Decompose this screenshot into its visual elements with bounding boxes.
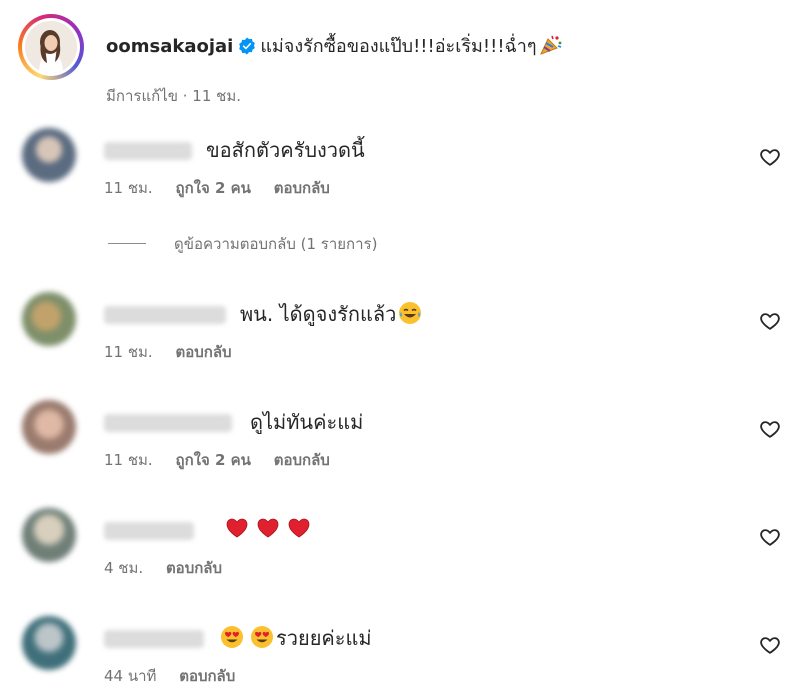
comment-item: ขอสักตัวครับงวดนี้ 11 ชม. ถูกใจ 2 คน ตอบ… [22, 128, 782, 198]
post-caption: oomsakaojai แม่จงรักซื้อของแป๊บ!!!อ่ะเริ่… [18, 14, 778, 106]
like-heart-icon[interactable] [759, 310, 781, 332]
tears-of-joy-emoji-icon [398, 301, 422, 332]
reply-button[interactable]: ตอบกลับ [274, 451, 330, 469]
comment-meta: 4 ชม. ตอบกลับ [104, 556, 240, 580]
comment-text: รวยยค่ะแม่ [276, 626, 372, 650]
comment-username-blurred[interactable] [104, 630, 204, 648]
caption-meta: มีการแก้ไข · 11 ชม. [106, 87, 241, 105]
red-heart-emoji-icon [224, 516, 312, 547]
comment-meta: 11 ชม. ตอบกลับ [104, 340, 250, 364]
heart-eyes-emoji-icon [220, 625, 276, 656]
comment-username-blurred[interactable] [104, 142, 192, 160]
comment-meta: 44 นาที ตอบกลับ [104, 664, 253, 687]
like-heart-icon[interactable] [759, 418, 781, 440]
comment-text: ขอสักตัวครับงวดนี้ [206, 138, 365, 162]
avatar[interactable] [22, 616, 76, 670]
comment-meta: 11 ชม. ถูกใจ 2 คน ตอบกลับ [104, 176, 348, 200]
avatar[interactable] [22, 400, 76, 454]
comment-time: 44 นาที [104, 667, 157, 685]
view-replies-label: ดูข้อความตอบกลับ (1 รายการ) [174, 235, 378, 253]
divider [108, 243, 146, 244]
comment-username-blurred[interactable] [104, 522, 194, 540]
like-heart-icon[interactable] [759, 146, 781, 168]
verified-badge-icon [238, 37, 256, 62]
comment-likes[interactable]: ถูกใจ 2 คน [175, 179, 250, 197]
comment-meta: 11 ชม. ถูกใจ 2 คน ตอบกลับ [104, 448, 348, 472]
comment-time: 11 ชม. [104, 179, 153, 197]
reply-button[interactable]: ตอบกลับ [274, 179, 330, 197]
avatar[interactable] [25, 21, 77, 73]
comment-item: รวยยค่ะแม่ 44 นาที ตอบกลับ [22, 616, 782, 686]
comment-time: 11 ชม. [104, 451, 153, 469]
avatar[interactable] [22, 292, 76, 346]
comment-username-blurred[interactable] [104, 414, 232, 432]
reply-button[interactable]: ตอบกลับ [166, 559, 222, 577]
avatar[interactable] [22, 508, 76, 562]
comment-item: ดูไม่ทันค่ะแม่ 11 ชม. ถูกใจ 2 คน ตอบกลับ [22, 400, 782, 470]
reply-button[interactable]: ตอบกลับ [175, 343, 231, 361]
comment-username-blurred[interactable] [104, 306, 226, 324]
like-heart-icon[interactable] [759, 634, 781, 656]
comment-text: พน. ได้ดูจงรักแล้ว [240, 302, 397, 326]
comment-item: 4 ชม. ตอบกลับ [22, 508, 782, 578]
comment-time: 11 ชม. [104, 343, 153, 361]
reply-button[interactable]: ตอบกลับ [179, 667, 235, 685]
avatar-image [25, 21, 77, 73]
comment-item: พน. ได้ดูจงรักแล้ว 11 ชม. ตอบกลับ [22, 292, 782, 362]
like-heart-icon[interactable] [759, 526, 781, 548]
comment-time: 4 ชม. [104, 559, 144, 577]
avatar[interactable] [22, 128, 76, 182]
caption-username[interactable]: oomsakaojai [106, 36, 233, 57]
comments-panel: oomsakaojai แม่จงรักซื้อของแป๊บ!!!อ่ะเริ่… [0, 0, 800, 687]
party-popper-icon [539, 34, 563, 63]
comment-text: ดูไม่ทันค่ะแม่ [250, 410, 364, 434]
comment-likes[interactable]: ถูกใจ 2 คน [175, 451, 250, 469]
caption-text: แม่จงรักซื้อของแป๊บ!!!อ่ะเริ่ม!!!ฉ่ำๆ [260, 36, 537, 57]
